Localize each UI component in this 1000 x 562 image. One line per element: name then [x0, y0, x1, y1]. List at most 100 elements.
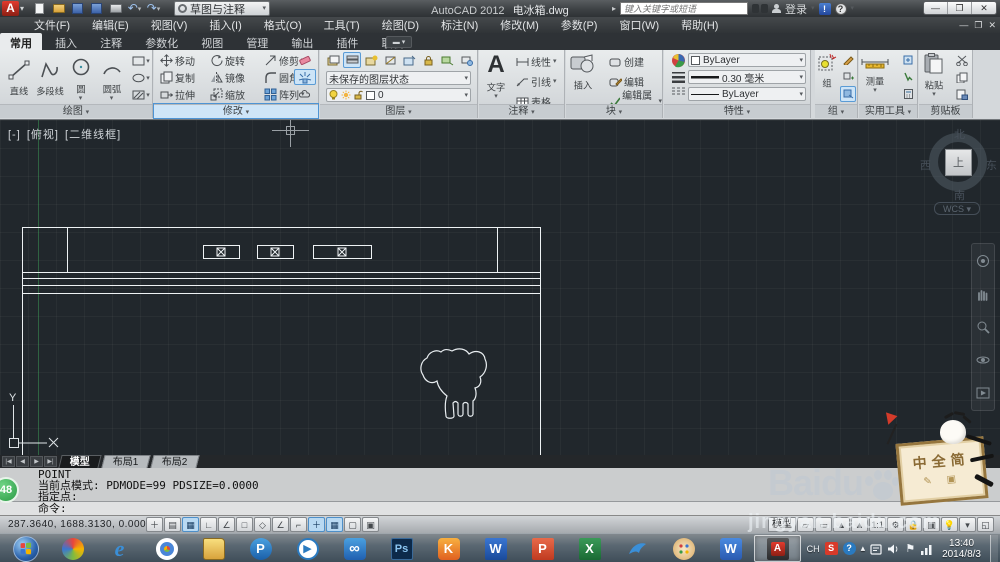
pps-taskbar-icon[interactable]: P [237, 535, 284, 562]
erase-tool[interactable] [294, 52, 316, 68]
leader-tool[interactable]: 引线▾ [516, 73, 557, 90]
isolate-objects-button[interactable]: 💡 [941, 517, 958, 532]
measure-tool[interactable]: 测量 ▾ [859, 50, 891, 93]
zoom-icon[interactable] [976, 320, 990, 334]
annotation-scale-button[interactable]: 1:1 [869, 517, 886, 532]
workspace-switcher[interactable]: 草图与注释 ▾ [174, 1, 270, 16]
grid-display-toggle[interactable]: ▤ [164, 517, 181, 532]
quick-properties-toggle[interactable]: ▣ [362, 517, 379, 532]
transparency-toggle[interactable]: ▢ [344, 517, 361, 532]
group-edit-button[interactable] [840, 52, 856, 68]
stretch-tool[interactable]: 拉伸 [160, 86, 208, 103]
word-taskbar-icon[interactable]: W [472, 535, 519, 562]
drawing-canvas[interactable]: [-] [俯视] [二维线框] [0, 120, 1000, 455]
layer-isolate-button[interactable] [381, 52, 399, 68]
excel-taskbar-icon[interactable]: X [566, 535, 613, 562]
prev-tab-button[interactable]: ◀ [16, 456, 29, 467]
quick-view-drawings-button[interactable]: ▭ [815, 517, 832, 532]
orbit-icon[interactable] [976, 353, 990, 367]
start-button[interactable] [2, 535, 49, 562]
ie-taskbar-icon[interactable]: e [96, 535, 143, 562]
ducs-toggle[interactable]: ⌐ [290, 517, 307, 532]
rotate-tool[interactable]: 旋转 [210, 52, 262, 69]
annotation-panel-label[interactable]: 注释 ▾ [479, 104, 564, 118]
menu-view[interactable]: 视图(V) [151, 17, 188, 33]
menu-format[interactable]: 格式(O) [264, 17, 302, 33]
hardware-accel-button[interactable]: ▣ [923, 517, 940, 532]
next-tab-button[interactable]: ▶ [30, 456, 43, 467]
menu-file[interactable]: 文件(F) [34, 17, 70, 33]
thunder-taskbar-icon[interactable] [613, 535, 660, 562]
properties-panel-label[interactable]: 特性 ▾ [664, 104, 810, 118]
network-flag-icon[interactable]: ⚑ [905, 542, 915, 555]
menu-draw[interactable]: 绘图(D) [382, 17, 419, 33]
layer-off-button[interactable] [362, 52, 380, 68]
ungroup-button[interactable] [840, 69, 856, 85]
network-signal-icon[interactable] [920, 543, 933, 555]
paste-special-button[interactable] [953, 86, 971, 102]
tab-layout1[interactable]: 布局1 [101, 455, 150, 468]
explorer-taskbar-icon[interactable] [190, 535, 237, 562]
volume-icon[interactable] [887, 543, 900, 555]
menu-edit[interactable]: 编辑(E) [92, 17, 129, 33]
plot-button[interactable] [108, 2, 123, 15]
photoshop-taskbar-icon[interactable]: Ps [378, 535, 425, 562]
ortho-toggle[interactable]: ∟ [200, 517, 217, 532]
menu-modify[interactable]: 修改(M) [500, 17, 539, 33]
move-tool[interactable]: 移动 [160, 52, 208, 69]
sogou-ime-icon[interactable]: S [825, 542, 838, 555]
clean-screen-button[interactable]: ◱ [977, 517, 994, 532]
workspace-switch-button[interactable]: ⚙ [887, 517, 904, 532]
hatch-tool[interactable]: ▾ [130, 87, 152, 103]
tab-layout2[interactable]: 布局2 [150, 455, 199, 468]
command-prompt[interactable]: 命令: [0, 501, 1000, 515]
copy-tool[interactable]: 复制 [160, 69, 208, 86]
quick-select-button[interactable] [900, 69, 916, 85]
chevron-down-icon[interactable]: ▾ [851, 6, 855, 11]
wcs-dropdown[interactable]: WCS ▾ [934, 202, 980, 215]
linetype-dropdown[interactable]: ByLayer▾ [688, 87, 806, 101]
lineweight-dropdown[interactable]: 0.30 毫米▾ [688, 70, 806, 84]
osnap-toggle[interactable]: □ [236, 517, 253, 532]
osnap-3d-toggle[interactable]: ◇ [254, 517, 271, 532]
revision-cloud-tool[interactable] [294, 86, 316, 102]
annotation-visibility-button[interactable]: ▲ [833, 517, 850, 532]
exchange-apps-icon[interactable]: ! [819, 3, 831, 15]
linear-dimension-tool[interactable]: 线性▾ [516, 53, 557, 70]
menu-tools[interactable]: 工具(T) [324, 17, 360, 33]
polar-toggle[interactable]: ∠ [218, 517, 235, 532]
quick-calc-button[interactable] [900, 86, 916, 102]
first-tab-button[interactable]: |◀ [2, 456, 15, 467]
clipboard-panel-label[interactable]: 剪贴板 [919, 104, 972, 118]
viewcube-west[interactable]: 西 [920, 157, 931, 173]
layers-panel-label[interactable]: 图层 ▾ [320, 104, 477, 118]
text-tool[interactable]: A 文字 ▾ [481, 50, 511, 99]
arc-tool[interactable]: 圆弧 ▾ [96, 54, 127, 101]
menu-help[interactable]: 帮助(H) [681, 17, 718, 33]
pan-hand-icon[interactable] [976, 287, 990, 301]
copy-clip-button[interactable] [953, 69, 971, 85]
close-button[interactable]: ✕ [972, 2, 996, 15]
showmotion-icon[interactable] [976, 386, 990, 400]
dynamic-input-toggle[interactable]: ＋ [308, 517, 325, 532]
create-block-tool[interactable]: 创建 [609, 53, 662, 70]
utilities-panel-label[interactable]: 实用工具 ▾ [859, 104, 917, 118]
player-taskbar-icon[interactable]: ▶ [284, 535, 331, 562]
group-tool[interactable]: 组 [816, 50, 838, 90]
tab-model[interactable]: 模型 [58, 455, 101, 468]
viewcube-top-face[interactable]: 上 [945, 149, 972, 176]
modify-panel-label[interactable]: 修改 ▾ [154, 104, 318, 118]
undo-button[interactable]: ↶▾ [127, 2, 142, 15]
language-indicator[interactable]: CH [807, 544, 820, 554]
autocad-taskbar-icon[interactable]: A [754, 535, 801, 562]
cut-button[interactable] [953, 52, 971, 68]
powerpoint-taskbar-icon[interactable]: P [519, 535, 566, 562]
browser-taskbar-icon[interactable] [143, 535, 190, 562]
menu-insert[interactable]: 插入(I) [209, 17, 241, 33]
save-button[interactable] [70, 2, 85, 15]
insert-block-tool[interactable]: 插入 [566, 50, 600, 92]
doc-close-button[interactable]: ✕ [988, 20, 996, 31]
minimize-ribbon-button[interactable]: ▬ ▾ [386, 36, 412, 48]
open-button[interactable] [51, 2, 66, 15]
action-center-icon[interactable] [870, 543, 882, 555]
